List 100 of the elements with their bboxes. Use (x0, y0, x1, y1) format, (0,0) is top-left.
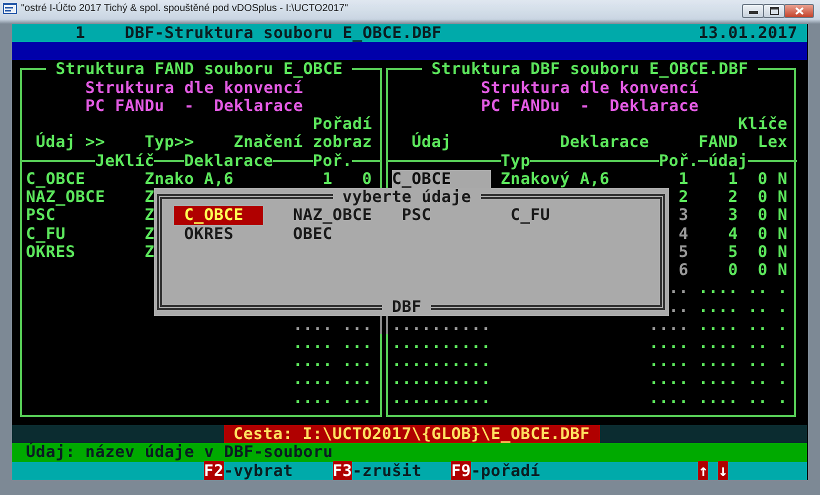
order-cell: .... (292, 316, 332, 334)
fand-cell: 4 (728, 224, 738, 243)
fand-cell: .... (698, 279, 738, 298)
lex-cell: . (778, 388, 788, 407)
option-item[interactable]: OKRES (174, 224, 264, 243)
key-cell: .. (748, 334, 768, 352)
field-type-cell: Z (144, 206, 154, 225)
fand-cell: 2 (728, 188, 738, 206)
option-item[interactable]: C_OBCE (174, 206, 264, 225)
hotkey-button[interactable]: F2-vybrat (204, 462, 293, 480)
lex-cell: N (778, 261, 788, 280)
column-header: Údaj >> (36, 133, 106, 152)
key-cell: .. (748, 279, 768, 298)
order-cell: 1 (678, 170, 689, 188)
fand-cell: 3 (728, 206, 738, 225)
key-cell: ... (342, 370, 372, 389)
field-name-cell: OKRES (26, 242, 76, 262)
order-cell: .... (649, 352, 689, 370)
key-cell: .. (748, 370, 768, 389)
fand-cell: 1 (728, 170, 738, 188)
column-header: Pořadí (312, 115, 372, 134)
order-cell: .... (649, 388, 689, 407)
fand-cell: .... (698, 388, 738, 407)
key-cell: 0 (758, 170, 768, 188)
order-cell: .... (292, 352, 332, 370)
panel-title: Struktura FAND souboru E_OBCE (46, 60, 352, 79)
popup-title: vyberte údaje (332, 188, 481, 206)
column-header: Klíče (738, 115, 788, 134)
order-cell: 6 (678, 261, 689, 280)
hotkey-button[interactable]: ↓ (718, 462, 728, 480)
order-cell: 1 (322, 170, 332, 188)
order-cell: .... (292, 334, 332, 352)
maximize-button[interactable] (763, 4, 785, 18)
key-cell: .. (748, 352, 768, 370)
lex-cell: N (778, 188, 788, 206)
fand-cell: 5 (728, 242, 738, 262)
column-header: FAND (698, 133, 738, 152)
fand-cell: .... (698, 370, 738, 389)
hotkey-button[interactable]: F3-zrušit (332, 462, 422, 480)
key-cell: ... (342, 388, 372, 407)
column-header: Typ>> (144, 133, 194, 152)
panel-subtitle: Struktura dle konvencí (480, 78, 698, 97)
field-name-cell: .......... (392, 388, 491, 407)
option-item[interactable]: C_FU (500, 206, 590, 225)
key-cell: .. (748, 388, 768, 407)
order-cell: .... (649, 334, 689, 352)
order-cell: 5 (678, 242, 689, 262)
screen-title: DBF-Struktura souboru E_OBCE.DBF (124, 24, 442, 42)
field-type-cell: Z (144, 188, 154, 206)
key-cell: 0 (758, 261, 768, 280)
option-item[interactable]: PSC (392, 206, 481, 225)
key-cell: ... (342, 334, 372, 352)
field-name-cell: C_OBCE (392, 170, 452, 188)
minimize-icon (748, 8, 758, 14)
field-name-cell: NAZ_OBCE (26, 188, 106, 206)
order-cell: .... (292, 370, 332, 389)
field-name-cell: PSC (26, 206, 56, 225)
field-type-cell: Z (144, 242, 154, 262)
field-name-cell: C_OBCE (26, 170, 86, 188)
order-cell: .... (292, 388, 332, 407)
option-item[interactable]: OBEC (283, 224, 372, 243)
lex-cell: . (778, 370, 788, 389)
close-icon (794, 7, 804, 15)
date-label: 13.01.2017 (698, 24, 798, 42)
key-cell: 0 (362, 170, 372, 188)
panel-subtitle: Struktura dle konvencí (85, 78, 303, 97)
lex-cell: . (778, 352, 788, 370)
fand-cell: .... (698, 298, 738, 316)
lex-cell: N (778, 170, 788, 188)
order-cell: 4 (678, 224, 689, 243)
column-header: Deklarace (560, 133, 649, 152)
key-cell: ... (342, 352, 372, 370)
fand-cell: .... (698, 352, 738, 370)
field-name-cell: .......... (392, 316, 491, 334)
column-header: zobraz (312, 133, 372, 152)
lex-cell: . (778, 279, 788, 298)
option-item[interactable]: NAZ_OBCE (283, 206, 372, 225)
path-label: Cesta: I:\UCTO2017\{GLOB}\E_OBCE.DBF (224, 425, 600, 444)
app-icon (3, 3, 17, 14)
column-header: Údaj (412, 133, 452, 152)
hotkey-button[interactable]: ↑ (698, 462, 708, 480)
minimize-button[interactable] (742, 4, 764, 18)
panel-subtitle: PC FANDu - Deklarace (85, 96, 303, 116)
hotkey-button[interactable]: F9-pořadí (451, 462, 540, 480)
close-button[interactable] (784, 4, 814, 18)
field-type-cell: Znako A,6 (144, 170, 234, 188)
field-name-cell: C_FU (26, 224, 66, 243)
panel-title: Struktura DBF souboru E_OBCE.DBF (422, 60, 758, 79)
key-cell: 0 (758, 224, 768, 243)
order-cell: .. (668, 279, 689, 298)
maximize-icon (770, 7, 778, 15)
order-cell: .. (668, 298, 689, 316)
field-type-cell: Z (144, 224, 154, 243)
order-cell: .... (649, 370, 689, 389)
key-cell: .. (748, 298, 768, 316)
column-header: Lex (758, 133, 788, 152)
key-cell: 0 (758, 188, 768, 206)
key-cell: .. (748, 316, 768, 334)
field-name-cell: .......... (392, 334, 491, 352)
fand-cell: .... (698, 316, 738, 334)
